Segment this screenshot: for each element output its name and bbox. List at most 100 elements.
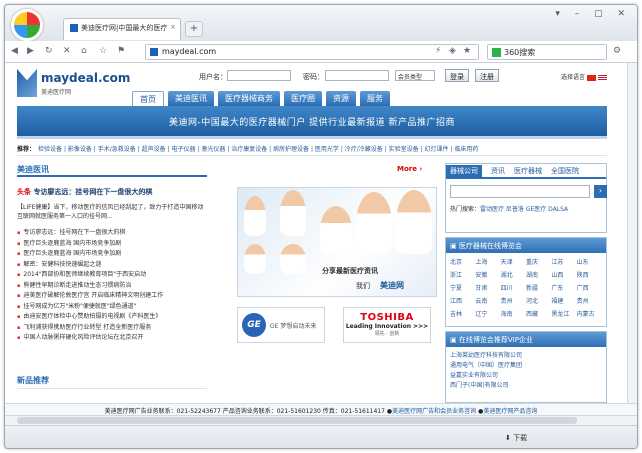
province-link[interactable]: 江苏 <box>551 257 576 266</box>
nav-item-news[interactable]: 美迪医讯 <box>168 91 214 106</box>
vip-company-link[interactable]: 益嘉实业有限公司 <box>450 371 602 381</box>
register-button[interactable]: 注册 <box>475 69 499 82</box>
hot-terms[interactable]: 雷动医疗 尼普洛 GE医疗 DALSA <box>480 206 568 213</box>
tag-link[interactable]: 实验室设备 <box>389 146 419 153</box>
us-flag-icon[interactable] <box>598 74 607 81</box>
news-item[interactable]: 飞利浦获得携助医疗行业转型 打造全新医疗服务 <box>17 323 207 334</box>
province-link[interactable]: 山东 <box>577 257 602 266</box>
province-link[interactable]: 内蒙古 <box>577 309 602 318</box>
menu-icon[interactable]: ⚙ <box>613 46 621 56</box>
language-selector[interactable]: 选择语言 <box>561 72 607 81</box>
back-icon[interactable]: ◀ <box>11 46 18 56</box>
province-link[interactable]: 陕西 <box>577 270 602 279</box>
search-box[interactable]: 360搜索 <box>487 44 607 60</box>
bookmark-icon[interactable]: ⚑ <box>117 46 125 56</box>
sidebar-search-button[interactable]: › <box>594 185 607 198</box>
window-controls[interactable]: ▾ – ▢ ✕ <box>555 9 631 19</box>
province-link[interactable]: 贵州 <box>501 296 526 305</box>
province-link[interactable]: 贵州 <box>577 296 602 305</box>
province-link[interactable]: 西藏 <box>526 309 551 318</box>
tab-news[interactable]: 资讯 <box>491 167 505 175</box>
province-link[interactable]: 上海 <box>475 257 500 266</box>
tag-link[interactable]: 激光仪器 <box>201 146 225 153</box>
download-status[interactable]: ⬇ 下载 <box>505 433 527 443</box>
tab-close-icon[interactable]: × <box>170 23 176 31</box>
tag-link[interactable]: 电子仪器 <box>171 146 195 153</box>
login-button[interactable]: 登录 <box>445 69 469 82</box>
nav-item-resources[interactable]: 资源 <box>326 91 356 106</box>
news-item[interactable]: 迪美医疗破解伦敦医疗宫 开启临床精神文明创建工作 <box>17 291 207 302</box>
news-item[interactable]: 中国人动脉粥样硬化风险评估论坛在北京召开 <box>17 333 207 344</box>
member-type-select[interactable]: 会员类型 <box>395 70 435 81</box>
home-icon[interactable]: ⌂ <box>81 46 87 56</box>
address-bar[interactable]: maydeal.com <box>145 44 479 60</box>
province-link[interactable]: 广东 <box>551 283 576 292</box>
tag-link[interactable]: 医用光学 <box>315 146 339 153</box>
province-link[interactable]: 天津 <box>501 257 526 266</box>
username-input[interactable] <box>227 70 291 81</box>
more-link[interactable]: More › <box>397 165 422 173</box>
fav-star-icon[interactable]: ★ <box>463 46 471 56</box>
tab-hospitals[interactable]: 全国医院 <box>551 167 579 175</box>
ge-ad[interactable]: GE GE 梦想启动未来 <box>237 307 325 343</box>
password-input[interactable] <box>325 70 389 81</box>
province-link[interactable]: 重庆 <box>526 257 551 266</box>
tag-link[interactable]: 检验设备 <box>38 146 62 153</box>
tag-link[interactable]: 影像设备 <box>68 146 92 153</box>
tag-link[interactable]: 幻灯课件 <box>425 146 449 153</box>
headline[interactable]: 头条 专访廖志远：挂号网在下一盘很大的棋 <box>17 187 207 197</box>
sidebar-search-input[interactable] <box>450 185 590 198</box>
province-link[interactable]: 安徽 <box>475 270 500 279</box>
tag-link[interactable]: 病房护理设备 <box>273 146 309 153</box>
tag-link[interactable]: 手术/急救设备 <box>98 146 136 153</box>
toshiba-ad[interactable]: TOSHIBA Leading Innovation >>> 领先 · 创新 <box>343 307 431 343</box>
news-item[interactable]: 专访廖志远：挂号网在下一盘很大的棋 <box>17 228 207 239</box>
vertical-scrollbar[interactable] <box>627 63 637 403</box>
news-item[interactable]: 医疗巨头逐鹿蓝海 国内市场竞争加剧 <box>17 239 207 250</box>
province-link[interactable]: 海南 <box>501 309 526 318</box>
forward-icon[interactable]: ▶ <box>27 46 34 56</box>
province-link[interactable]: 湖南 <box>526 270 551 279</box>
lightning-icon[interactable]: ⚡ <box>435 46 441 56</box>
vip-company-link[interactable]: 上海莱幼医疗科技有限公司 <box>450 351 602 361</box>
news-item[interactable]: 熊健性早期诊断走进推动生态习惯病防治 <box>17 281 207 292</box>
tag-link[interactable]: 超声设备 <box>142 146 166 153</box>
browser-logo-icon[interactable] <box>11 9 43 41</box>
news-item[interactable]: 2014"西部协和医师继续教育项目"于西安启动 <box>17 270 207 281</box>
scroll-thumb[interactable] <box>17 417 577 424</box>
tag-link[interactable]: 临床用药 <box>454 146 478 153</box>
tab-companies[interactable]: 器械公司 <box>446 165 482 177</box>
nav-item-service[interactable]: 服务 <box>360 91 390 106</box>
province-link[interactable]: 吉林 <box>450 309 475 318</box>
nav-item-circle[interactable]: 医疗圈 <box>284 91 322 106</box>
province-link[interactable]: 辽宁 <box>475 309 500 318</box>
star-icon[interactable]: ☆ <box>99 46 107 56</box>
news-item[interactable]: 医疗巨头逐鹿蓝海 国内市场竞争加剧 <box>17 249 207 260</box>
horizontal-scrollbar[interactable] <box>5 415 637 425</box>
province-link[interactable]: 北京 <box>450 257 475 266</box>
province-link[interactable]: 福建 <box>551 296 576 305</box>
nav-item-home[interactable]: 首页 <box>132 91 164 106</box>
province-link[interactable]: 云南 <box>475 296 500 305</box>
province-link[interactable]: 新疆 <box>526 283 551 292</box>
shield-icon[interactable]: ◈ <box>449 46 456 56</box>
province-link[interactable]: 浙江 <box>450 270 475 279</box>
vip-company-link[interactable]: 通用电气（中国）医疗集团 <box>450 361 602 371</box>
news-item[interactable]: 由迪安医疗体检中心赞助拍摄的电视剧《产科医生》 <box>17 312 207 323</box>
province-link[interactable]: 黑龙江 <box>551 309 576 318</box>
footer-link-products[interactable]: 美迪医疗网产品咨询 <box>483 408 537 415</box>
vip-company-link[interactable]: 西门子(中国)有限公司 <box>450 381 602 391</box>
province-link[interactable]: 河北 <box>526 296 551 305</box>
news-item[interactable]: 挂号网成为亿万"米粉"便捷就医"绿色通道" <box>17 302 207 313</box>
tab-active[interactable]: 美迪医疗网|中国最大的医疗 × <box>63 18 181 40</box>
stop-icon[interactable]: ✕ <box>63 46 71 56</box>
tab-devices[interactable]: 医疗器械 <box>514 167 542 175</box>
province-link[interactable]: 甘肃 <box>475 283 500 292</box>
footer-link-ads[interactable]: 美迪医疗网广告和会员业务咨询 <box>392 408 476 415</box>
china-flag-icon[interactable] <box>587 74 596 81</box>
tag-link[interactable]: 冷疗/冷藏设备 <box>345 146 383 153</box>
province-link[interactable]: 宁夏 <box>450 283 475 292</box>
province-link[interactable]: 湖北 <box>501 270 526 279</box>
tag-link[interactable]: 治疗康复设备 <box>231 146 267 153</box>
feature-image[interactable]: 分享最新医疗资讯 我们 美迪网 <box>237 187 437 297</box>
